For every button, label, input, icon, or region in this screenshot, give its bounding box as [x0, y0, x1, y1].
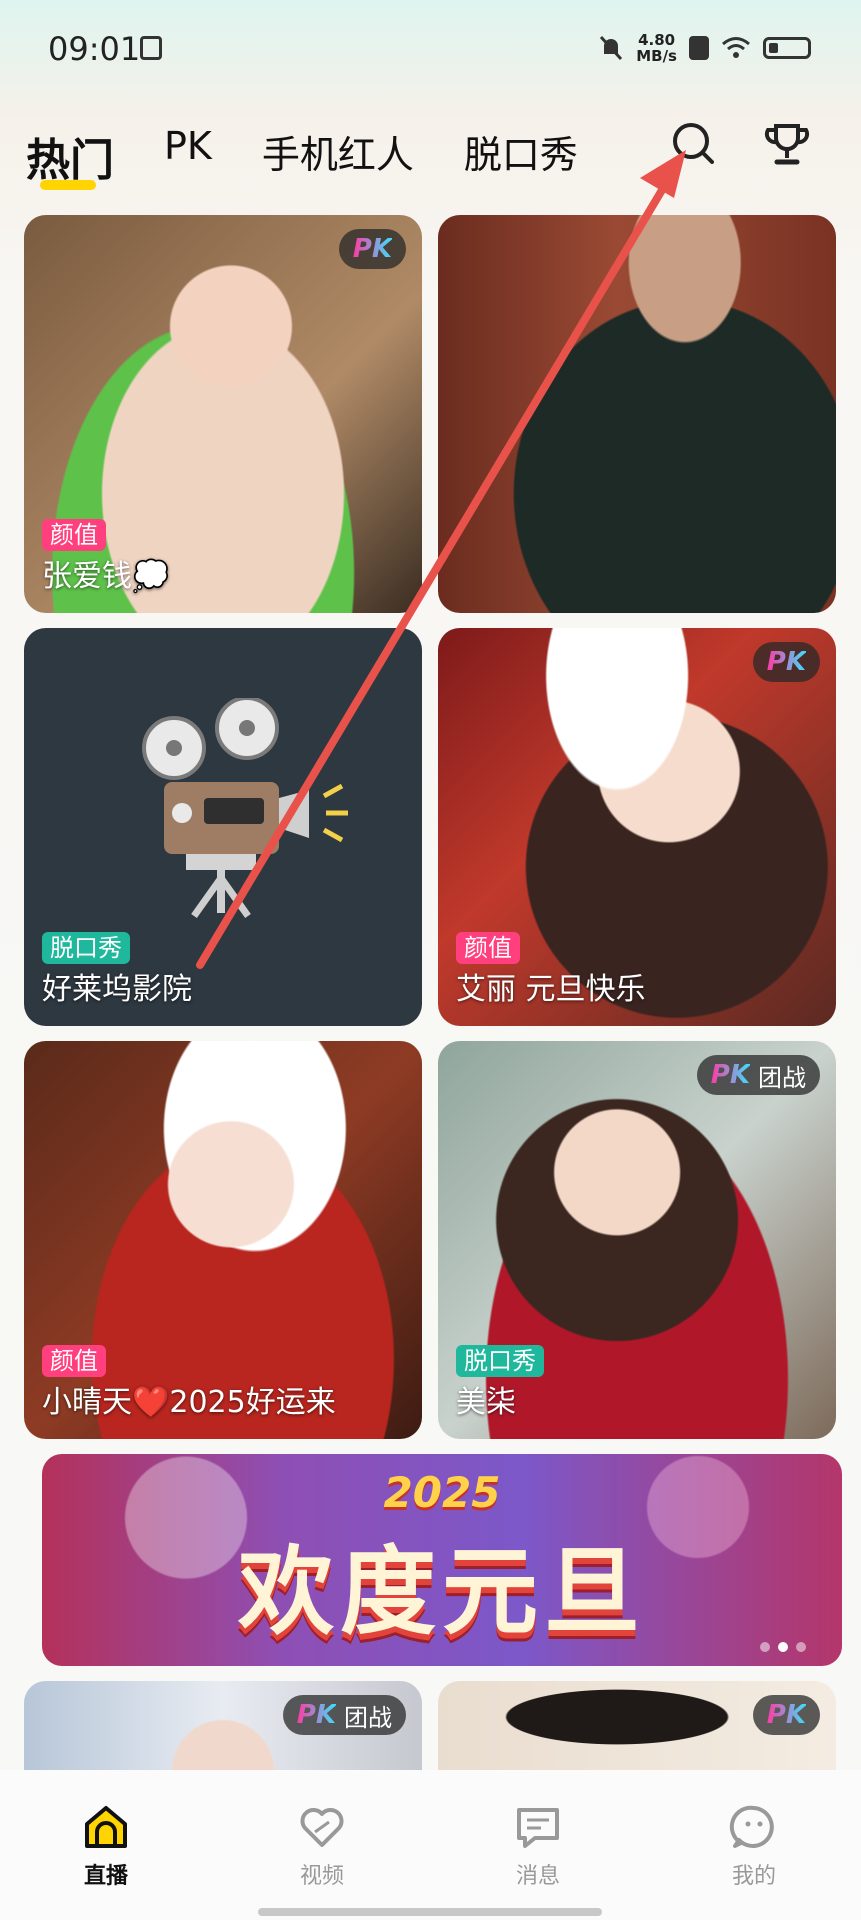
no-sim-icon [689, 36, 709, 60]
nav-live[interactable]: 直播 [46, 1802, 166, 1890]
live-card[interactable]: 颜值 小晴天❤️2025好运来 [24, 1041, 422, 1439]
nav-profile[interactable]: 我的 [694, 1802, 814, 1890]
tab-pk[interactable]: PK [164, 120, 212, 168]
live-card[interactable]: PK 团战 脱口秀 美柒 [438, 1041, 836, 1439]
live-home-icon [85, 1806, 127, 1848]
banner-year: 2025 [383, 1468, 501, 1517]
pk-badge: PK [752, 642, 820, 682]
profile-icon [729, 1805, 774, 1848]
pk-badge-text: PK [766, 1700, 806, 1730]
card-title: 小晴天❤️2025好运来 [42, 1385, 336, 1420]
nav-label: 消息 [515, 1864, 560, 1889]
pk-badge-text: PK [710, 1060, 750, 1090]
category-tag: 脱口秀 [456, 1345, 544, 1377]
search-icon[interactable] [670, 120, 716, 166]
heart-icon [300, 1808, 344, 1847]
trophy-icon[interactable] [762, 120, 812, 170]
pk-badge-text: PK [296, 1700, 336, 1730]
pagination-dot [796, 1642, 806, 1652]
film-projector-icon [142, 698, 348, 919]
banner-headline: 欢度元旦 [238, 1536, 646, 1648]
category-tag: 颜值 [42, 519, 106, 551]
live-card[interactable]: PK 颜值 张爱钱💭 [24, 215, 422, 613]
category-tag: 颜值 [42, 1345, 106, 1377]
pk-badge-text: PK [766, 647, 806, 677]
network-speed: 4.80 MB/s [636, 32, 677, 64]
pk-badge: PK [338, 229, 406, 269]
net-speed-value: 4.80 [638, 31, 676, 49]
tab-talk-show[interactable]: 脱口秀 [464, 120, 578, 179]
message-icon [517, 1808, 559, 1848]
nav-label: 我的 [731, 1864, 776, 1889]
pagination-dot-active [778, 1642, 788, 1652]
pk-team-battle-badge: PK 团战 [282, 1695, 406, 1735]
live-card[interactable]: PK 颜值 艾丽 元旦快乐 [438, 628, 836, 1026]
banner-pagination [760, 1642, 806, 1652]
mute-bell-icon [600, 35, 623, 61]
status-icons: 4.80 MB/s [598, 32, 811, 64]
card-title: 好莱坞影院 [42, 972, 192, 1007]
pk-team-battle-badge: PK 团战 [696, 1055, 820, 1095]
live-card[interactable]: PK 团战 [24, 1681, 422, 1771]
pk-badge: PK [752, 1695, 820, 1735]
card-title: 艾丽 元旦快乐 [456, 972, 646, 1007]
nav-messages[interactable]: 消息 [478, 1802, 598, 1890]
tab-phone-celebrity[interactable]: 手机红人 [262, 120, 414, 179]
nav-video[interactable]: 视频 [262, 1802, 382, 1890]
status-bar: 09:01 4.80 MB/s [0, 0, 861, 100]
tab-hot[interactable]: 热门 [26, 120, 114, 190]
category-tabs: 热门 PK 手机红人 脱口秀 [26, 120, 628, 190]
home-indicator[interactable] [258, 1908, 602, 1916]
promo-banner[interactable]: 2025 欢度元旦 [42, 1454, 842, 1666]
nav-label: 直播 [83, 1864, 128, 1889]
battery-icon [763, 37, 811, 59]
team-battle-text: 团战 [758, 1063, 806, 1092]
category-tag: 脱口秀 [42, 932, 130, 964]
card-title: 张爱钱💭 [42, 559, 170, 594]
card-title: 美柒 [456, 1385, 516, 1420]
wifi-icon [722, 37, 750, 58]
status-time: 09:01 [48, 30, 141, 68]
pk-badge-text: PK [352, 234, 392, 264]
pagination-dot [760, 1642, 770, 1652]
bottom-navigation: 直播 视频 消息 我的 [0, 1770, 861, 1920]
nav-label: 视频 [299, 1864, 344, 1889]
live-card[interactable] [438, 215, 836, 613]
live-card[interactable]: PK [438, 1681, 836, 1771]
sim-card-icon [140, 36, 162, 60]
category-tag: 颜值 [456, 932, 520, 964]
live-card[interactable]: 脱口秀 好莱坞影院 [24, 628, 422, 1026]
team-battle-text: 团战 [344, 1703, 392, 1732]
net-speed-unit: MB/s [636, 47, 677, 65]
